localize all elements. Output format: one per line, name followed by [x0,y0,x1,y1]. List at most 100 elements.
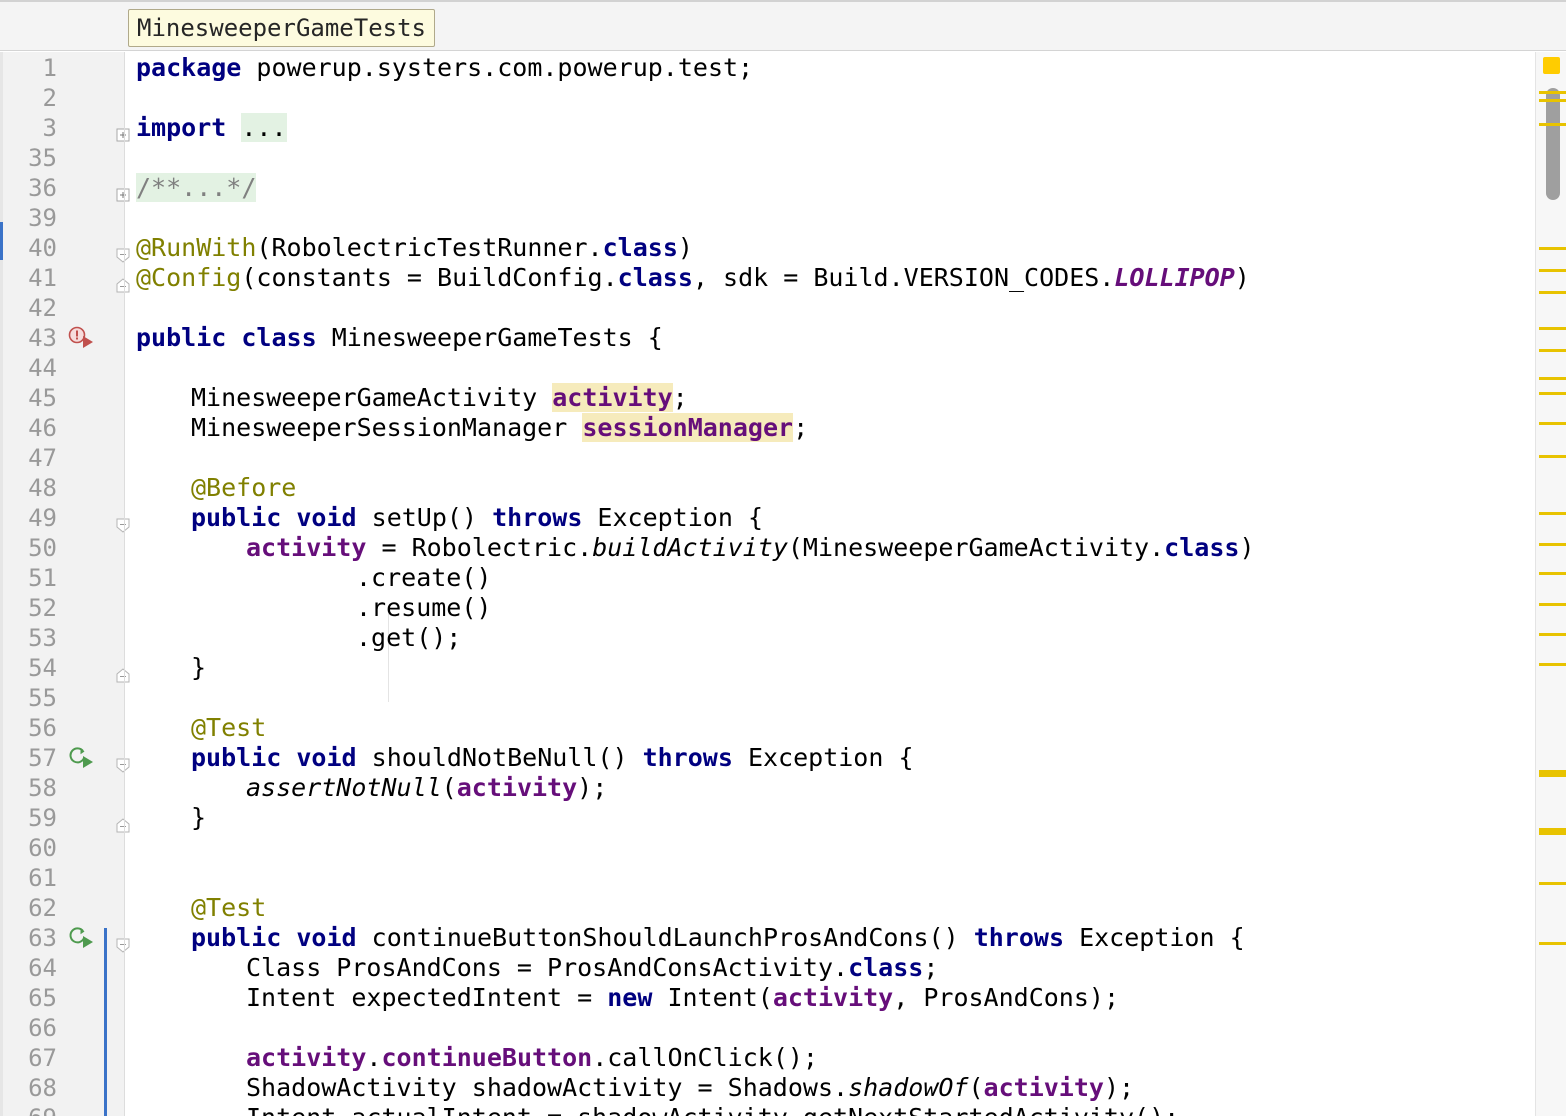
code-line[interactable]: ShadowActivity shadowActivity = Shadows.… [246,1073,1134,1103]
gutter-line[interactable]: 36 [0,173,130,203]
code-line[interactable]: activity.continueButton.callOnClick(); [246,1043,818,1073]
code-line[interactable]: public void setUp() throws Exception { [191,503,763,533]
warning-marker[interactable] [1539,512,1566,515]
warning-marker[interactable] [1539,291,1566,294]
code-line[interactable]: } [191,653,206,683]
gutter-line[interactable]: 59 [0,803,130,833]
code-token: activity [246,533,367,562]
warning-marker[interactable] [1539,349,1566,352]
gutter-line[interactable]: 54 [0,653,130,683]
gutter-line[interactable]: 60 [0,833,124,863]
code-token: (RobolectricTestRunner. [256,233,603,262]
line-number: 54 [28,654,57,682]
code-line[interactable]: Intent expectedIntent = new Intent(activ… [246,983,1119,1013]
line-number: 55 [28,684,57,712]
vertical-scrollbar-thumb[interactable] [1546,88,1560,200]
warning-marker[interactable] [1539,455,1566,458]
warning-marker[interactable] [1539,942,1566,945]
gutter-line[interactable]: 62 [0,893,124,923]
warning-marker[interactable] [1539,392,1566,395]
warning-marker[interactable] [1539,99,1566,102]
gutter-line[interactable]: 44 [0,353,124,383]
code-line[interactable]: package powerup.systers.com.powerup.test… [136,53,753,83]
code-line[interactable]: @Test [191,893,266,923]
gutter-line[interactable]: 48 [0,473,124,503]
code-line[interactable]: Class ProsAndCons = ProsAndConsActivity.… [246,953,938,983]
warning-marker[interactable] [1539,247,1566,250]
warning-marker[interactable] [1539,422,1566,425]
warning-marker[interactable] [1539,572,1566,575]
warning-marker[interactable] [1539,603,1566,606]
gutter-line[interactable]: 49 [0,503,130,533]
gutter-line[interactable]: 43 [0,323,124,353]
gutter-line[interactable]: 41 [0,263,130,293]
gutter-line[interactable]: 42 [0,293,124,323]
code-line[interactable]: import ... [136,113,287,143]
gutter-line[interactable]: 1 [0,53,124,83]
gutter-line[interactable]: 50 [0,533,124,563]
gutter-line[interactable]: 53 [0,623,124,653]
code-line[interactable]: public void continueButtonShouldLaunchPr… [191,923,1245,953]
code-area[interactable]: package powerup.systers.com.powerup.test… [136,52,1532,1116]
code-line[interactable]: .get(); [356,623,461,653]
code-line[interactable]: public void shouldNotBeNull() throws Exc… [191,743,914,773]
run-test-passed-icon[interactable] [68,926,94,950]
code-line[interactable]: activity = Robolectric.buildActivity(Min… [246,533,1255,563]
warning-marker[interactable] [1539,828,1566,835]
code-editor[interactable]: MinesweeperGameTests 1 2 3 35 36 39 40 41 42 43 44… [0,0,1566,1116]
warning-marker[interactable] [1539,123,1566,126]
gutter-line[interactable]: 3 [0,113,130,143]
warning-marker[interactable] [1539,770,1566,777]
code-token: (MinesweeperGameActivity. [787,533,1165,562]
code-token: Exception { [732,743,914,772]
code-line[interactable]: @Config(constants = BuildConfig.class, s… [136,263,1250,293]
error-stripe[interactable] [1535,52,1566,1116]
gutter-line[interactable]: 52 [0,593,124,623]
code-line[interactable]: public class MinesweeperGameTests { [136,323,663,353]
gutter-line[interactable]: 35 [0,143,124,173]
line-number: 3 [42,114,57,142]
warning-marker[interactable] [1539,91,1566,94]
run-test-passed-icon[interactable] [68,746,94,770]
code-token: /**...*/ [136,173,257,202]
line-number: 51 [28,564,57,592]
warning-marker[interactable] [1539,377,1566,380]
warning-marker[interactable] [1539,543,1566,546]
code-token: ); [1103,1073,1135,1102]
gutter-line[interactable]: 51 [0,563,124,593]
warning-marker[interactable] [1539,633,1566,636]
run-test-class-error-icon[interactable] [68,326,94,350]
warning-marker[interactable] [1539,882,1566,885]
line-number: 45 [28,384,57,412]
gutter-line[interactable]: 56 [0,713,124,743]
breadcrumb-class[interactable]: MinesweeperGameTests [128,9,435,47]
gutter-line[interactable]: 2 [0,83,124,113]
warning-marker[interactable] [1539,327,1566,330]
gutter-line[interactable]: 58 [0,773,124,803]
gutter-line[interactable]: 45 [0,383,124,413]
gutter-line[interactable]: 46 [0,413,124,443]
code-line[interactable]: MinesweeperSessionManager sessionManager… [191,413,808,443]
code-line[interactable]: assertNotNull(activity); [246,773,607,803]
vcs-change-marker[interactable] [104,928,107,1116]
gutter-line[interactable]: 40 [0,233,130,263]
code-line[interactable]: @Test [191,713,266,743]
code-line[interactable]: /**...*/ [136,173,257,203]
code-line[interactable]: Intent actualIntent = shadowActivity.get… [246,1103,1179,1116]
code-line[interactable]: @RunWith(RobolectricTestRunner.class) [136,233,693,263]
inspection-status-icon[interactable] [1543,57,1560,74]
code-line[interactable]: @Before [191,473,296,503]
code-line[interactable]: .resume() [356,593,491,623]
gutter-line[interactable]: 39 [0,203,124,233]
warning-marker[interactable] [1539,663,1566,666]
code-line[interactable]: .create() [356,563,491,593]
gutter-line[interactable]: 61 [0,863,124,893]
code-line[interactable]: } [191,803,206,833]
code-token: activity [552,383,673,412]
gutter-line[interactable]: 57 [0,743,130,773]
gutter-line[interactable]: 47 [0,443,124,473]
code-line[interactable]: MinesweeperGameActivity activity; [191,383,688,413]
gutter-line[interactable]: 55 [0,683,124,713]
warning-marker[interactable] [1539,269,1566,272]
